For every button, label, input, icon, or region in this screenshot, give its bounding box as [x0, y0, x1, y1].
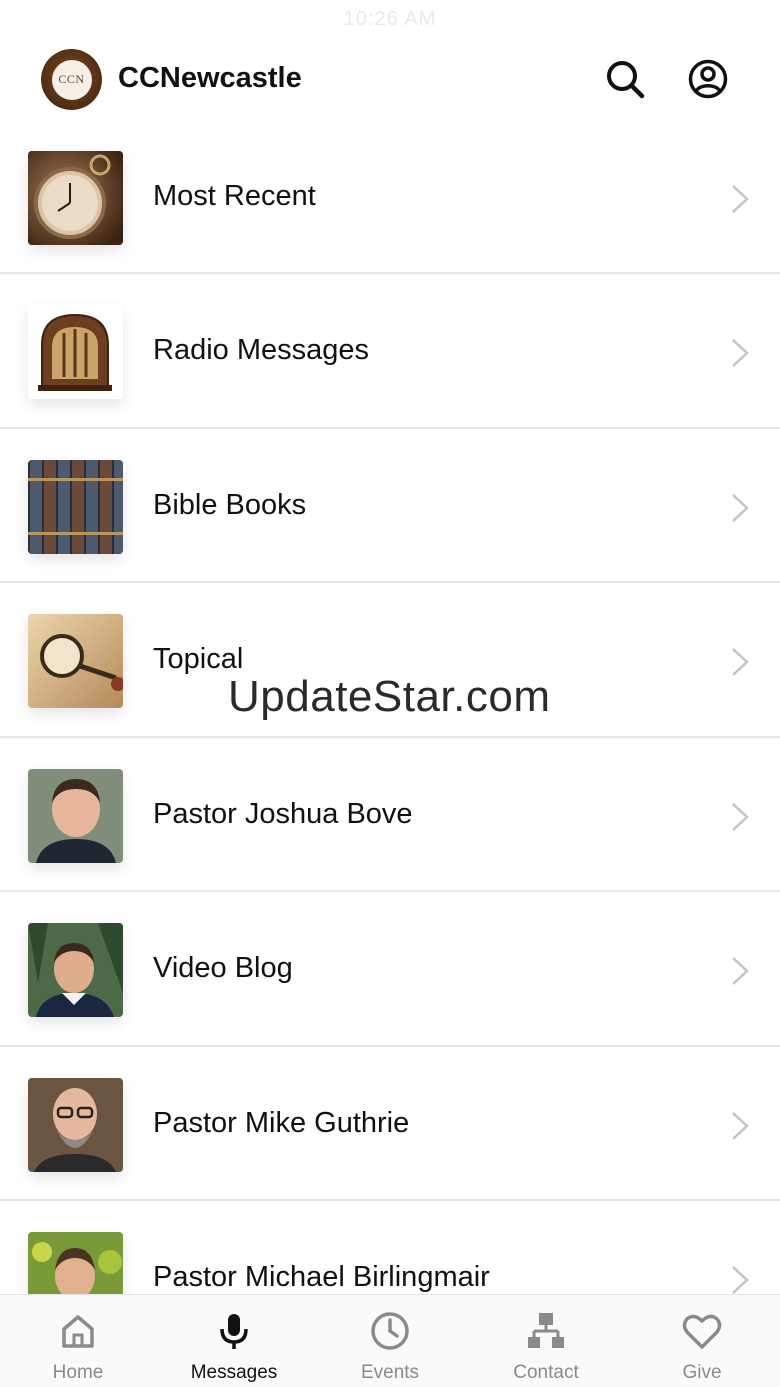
account-icon	[688, 59, 728, 99]
list-item-pastor-michael-birlingmair[interactable]: Pastor Michael Birlingmair	[0, 1201, 780, 1294]
books-thumbnail	[28, 459, 123, 554]
chevron-right-icon	[732, 648, 749, 676]
app-title: CCNewcastle	[118, 62, 302, 94]
tab-give[interactable]: Give	[624, 1295, 780, 1387]
clock-icon	[371, 1312, 409, 1350]
org-chart-icon	[528, 1313, 564, 1348]
list-item-pastor-joshua-bove[interactable]: Pastor Joshua Bove	[0, 738, 780, 892]
list-item-label: Video Blog	[153, 952, 293, 984]
list-item-label: Pastor Joshua Bove	[153, 797, 413, 830]
tab-label: Messages	[190, 1362, 278, 1383]
search-icon	[607, 61, 645, 99]
chevron-right-icon	[732, 1266, 749, 1294]
chevron-right-icon	[732, 1111, 749, 1140]
status-time: 10:26 AM	[343, 8, 437, 30]
list-item-label: Radio Messages	[153, 334, 369, 366]
chevron-right-icon	[732, 802, 749, 831]
tab-events[interactable]: Events	[312, 1295, 468, 1387]
video-blog-photo	[28, 923, 123, 1017]
pastor-michael-photo	[28, 1232, 123, 1294]
list-item-most-recent[interactable]: Most Recent	[0, 120, 780, 274]
list-item-bible-books[interactable]: Bible Books	[0, 429, 780, 583]
pastor-joshua-photo	[28, 768, 123, 863]
tab-messages[interactable]: Messages	[156, 1295, 312, 1387]
antique-radio-thumbnail	[28, 305, 123, 399]
list-item-label: Bible Books	[153, 488, 307, 521]
pastor-mike-photo	[28, 1077, 123, 1172]
chevron-right-icon	[732, 185, 749, 213]
list-item-video-blog[interactable]: Video Blog	[0, 892, 780, 1047]
chevron-right-icon	[732, 493, 749, 522]
logo-text: CCN	[51, 59, 92, 100]
account-button[interactable]	[687, 58, 729, 100]
microphone-icon	[220, 1314, 248, 1349]
bottom-tab-bar: Home Messages Events Contact Give	[0, 1294, 780, 1387]
home-icon	[62, 1315, 94, 1348]
list-item-label: Pastor Mike Guthrie	[153, 1106, 410, 1139]
list-item-pastor-mike-guthrie[interactable]: Pastor Mike Guthrie	[0, 1047, 780, 1201]
church-logo[interactable]: CCN	[41, 49, 102, 110]
list-item-label: Pastor Michael Birlingmair	[153, 1261, 490, 1293]
tab-label: Home	[52, 1362, 104, 1383]
search-button[interactable]	[604, 58, 646, 100]
app-screen: 10:26 AM CCN CCNewcastle Most Recent Rad…	[0, 0, 780, 1387]
magnifying-glass-thumbnail	[28, 614, 123, 708]
heart-icon	[682, 1314, 722, 1349]
list-item-label: Most Recent	[153, 180, 316, 212]
tab-label: Give	[682, 1362, 722, 1383]
tab-label: Events	[360, 1362, 420, 1383]
tab-contact[interactable]: Contact	[468, 1295, 624, 1387]
chevron-right-icon	[732, 957, 749, 985]
watermark-text: UpdateStar.com	[228, 672, 551, 721]
tab-label: Contact	[513, 1362, 579, 1383]
pocket-watch-thumbnail	[28, 151, 123, 245]
chevron-right-icon	[732, 339, 749, 367]
app-header: CCN CCNewcastle	[0, 40, 780, 120]
list-item-radio-messages[interactable]: Radio Messages	[0, 274, 780, 429]
tab-home[interactable]: Home	[0, 1295, 156, 1387]
